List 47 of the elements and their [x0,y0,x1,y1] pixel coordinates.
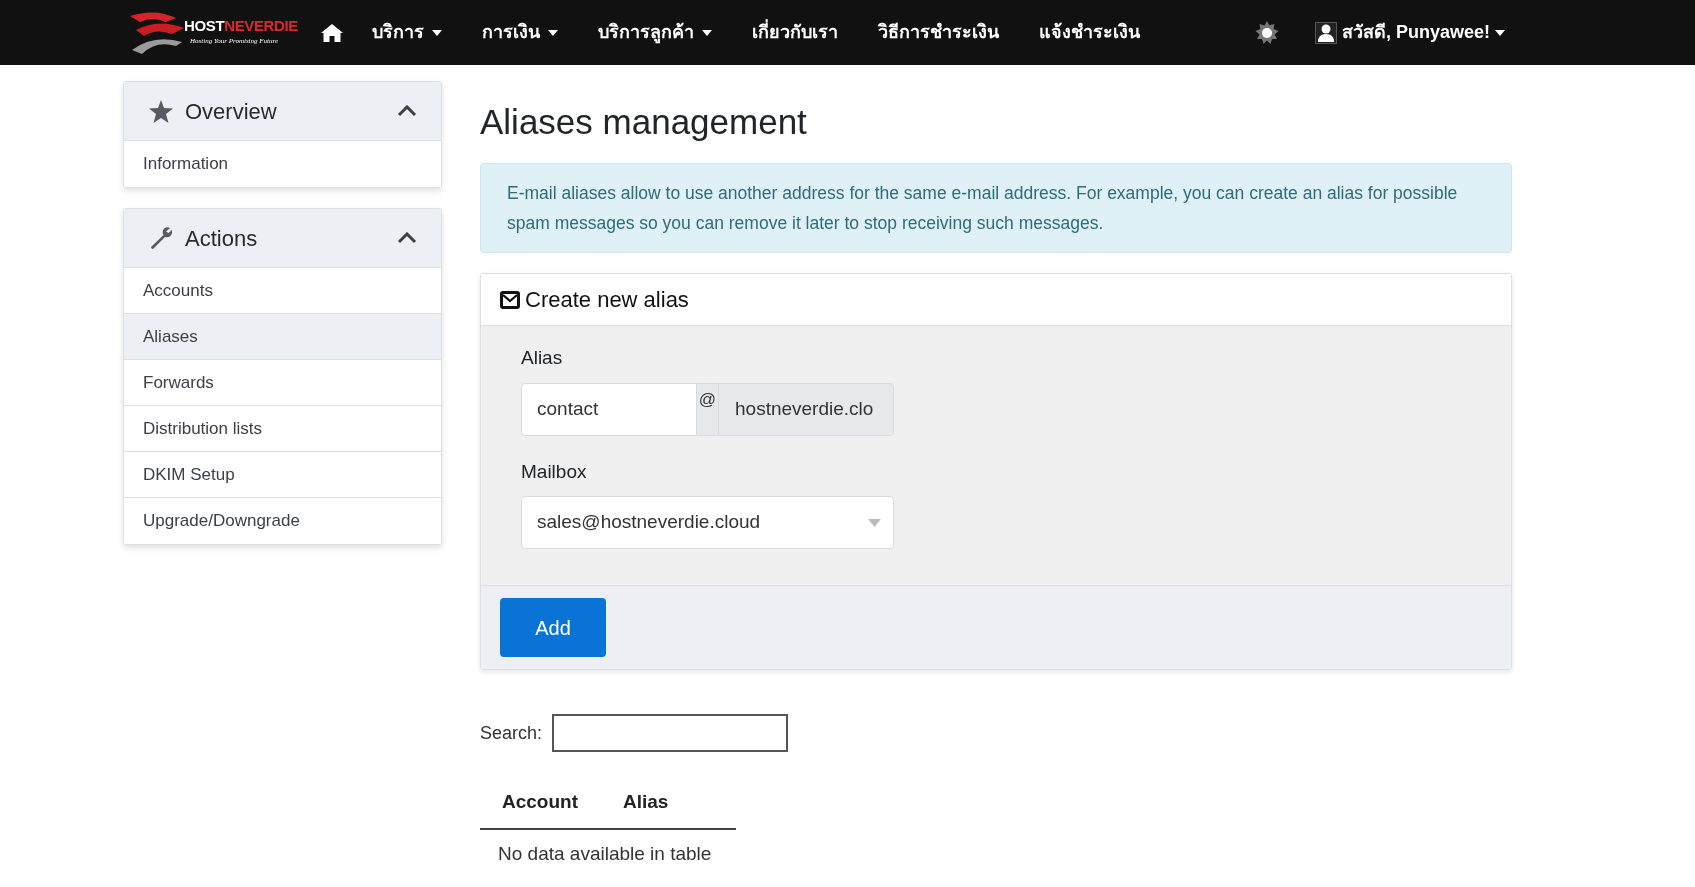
wrench-icon [149,226,173,250]
panel-title: Overview [185,97,278,126]
panel-header[interactable]: Overview [124,82,441,141]
column-header[interactable]: Account [502,787,578,817]
sidebar-item[interactable]: Accounts [124,268,441,314]
caret-icon [431,29,442,36]
caret-icon [701,29,712,36]
domain-addon: hostneverdie.clo [718,382,894,436]
nav-link[interactable]: วิธีการชำระเงิน [877,19,999,46]
column-header[interactable]: Alias [623,787,669,817]
panel-header[interactable]: Actions [124,209,441,268]
sidebar-item[interactable]: Forwards [124,360,441,406]
panel-title: Actions [185,224,259,253]
nav-link[interactable]: เกี่ยวกับเรา [751,19,838,46]
star-icon [149,99,173,123]
sidebar-item[interactable]: Distribution lists [124,406,441,452]
collapse-chevron-icon[interactable] [397,105,417,117]
logo-text: HOSTNEVERDIE [184,18,298,34]
add-button[interactable]: Add [500,598,606,657]
nav-menu-item[interactable]: บริการ [371,19,442,46]
page-title: Aliases management [480,101,808,143]
theme-toggle-icon[interactable] [1254,20,1279,45]
sidebar-item[interactable]: Upgrade/Downgrade [124,498,441,544]
nav-menu-item[interactable]: บริการลูกค้า [597,19,712,46]
empty-table-message: No data available in table [497,842,713,866]
card-title: Create new alias [525,286,689,314]
envelope-icon [500,290,520,309]
nav-menu-item[interactable]: การเงิน [481,19,558,46]
field-label: Mailbox [521,459,588,484]
sidebar-item[interactable]: DKIM Setup [124,452,441,498]
collapse-chevron-icon[interactable] [397,232,417,244]
caret-icon [547,29,558,36]
nav-link[interactable]: แจ้งชำระเงิน [1038,19,1140,46]
info-alert: E-mail aliases allow to use another address for the same e-mail address. For example, you can create an alias for possible spam messages so you can remove it later to stop receiving such messages. [480,163,1512,253]
alias-input[interactable]: contact [521,382,697,436]
user-icon [1314,21,1337,44]
caret-icon [1495,29,1505,36]
at-sign-addon: @ [697,382,718,436]
search-field[interactable] [552,714,789,752]
sidebar-item[interactable]: Information [124,141,441,187]
user-menu[interactable]: สวัสดี, Punyawee! [1314,19,1505,46]
home-icon[interactable] [319,22,344,43]
sidebar-item[interactable]: Aliases [124,314,441,360]
dropdown-arrow-icon [868,518,881,527]
mailbox-select[interactable]: sales@hostneverdie.cloud [521,496,894,549]
field-label: Alias [521,346,564,370]
search-label: Search: [480,721,543,745]
